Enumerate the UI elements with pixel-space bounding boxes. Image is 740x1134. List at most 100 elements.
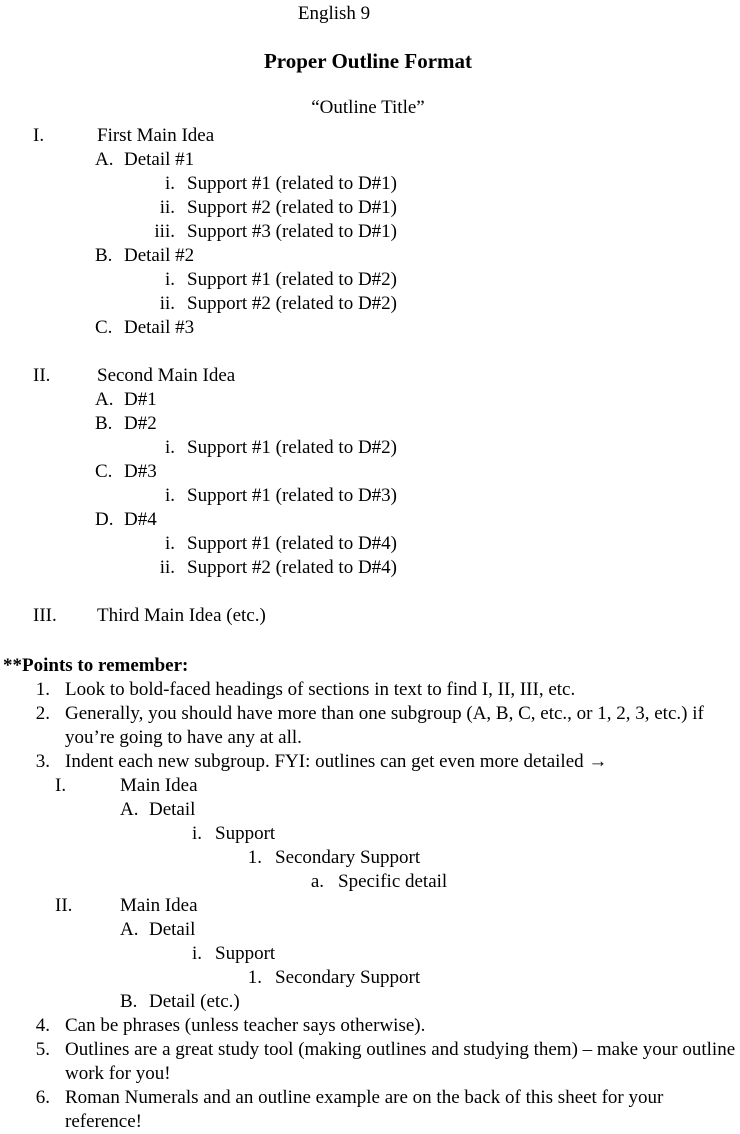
outline-title: “Outline Title” bbox=[0, 96, 740, 120]
outline-text-support: Support #1 (related to D#1) bbox=[187, 173, 398, 194]
points-list: 1. Look to bold-faced headings of section… bbox=[0, 678, 740, 1134]
outline-text-support: Support #1 (related to D#2) bbox=[187, 269, 398, 290]
example-marker-alpha: B. bbox=[120, 991, 138, 1012]
points-list-item: 1. Look to bold-faced headings of section… bbox=[0, 678, 740, 702]
outline-row-support: ii. Support #2 (related to D#4) bbox=[0, 556, 740, 580]
outline-text-support: Support #2 (related to D#4) bbox=[187, 557, 398, 578]
outline-marker-roman: II. bbox=[33, 365, 51, 386]
outline-row-detail: B. Detail #2 bbox=[0, 244, 740, 268]
document-page: English 9 Proper Outline Format “Outline… bbox=[0, 2, 740, 1132]
example-outline-row: 1. Secondary Support bbox=[0, 966, 740, 990]
outline-marker-alpha: C. bbox=[95, 317, 113, 338]
example-marker-alpha: A. bbox=[120, 919, 139, 940]
page-title: Proper Outline Format bbox=[0, 48, 740, 74]
example-outline-row: 1. Secondary Support bbox=[0, 846, 740, 870]
points-list-item: 2. Generally, you should have more than o… bbox=[0, 702, 740, 750]
outline-row-detail: C. Detail #3 bbox=[0, 316, 740, 340]
outline-row-main-idea: II. Second Main Idea bbox=[0, 364, 740, 388]
outline-text-detail: Detail #3 bbox=[124, 317, 195, 338]
example-outline-row: a. Specific detail bbox=[0, 870, 740, 894]
outline-marker-lower-roman: ii. bbox=[159, 293, 175, 314]
points-list-item: 5. Outlines are a great study tool (makin… bbox=[0, 1038, 740, 1086]
outline-text-support: Support #3 (related to D#1) bbox=[187, 221, 398, 242]
outline-marker-alpha: B. bbox=[95, 245, 113, 266]
outline-row-detail: A. D#1 bbox=[0, 388, 740, 412]
outline-marker-lower-roman: iii. bbox=[154, 221, 175, 242]
outline-marker-lower-roman: ii. bbox=[159, 197, 175, 218]
outline-row-support: ii. Support #2 (related to D#2) bbox=[0, 292, 740, 316]
outline-row-detail: C. D#3 bbox=[0, 460, 740, 484]
example-text-specific-detail: Specific detail bbox=[338, 871, 448, 892]
page-title-text: Proper Outline Format bbox=[263, 49, 473, 73]
example-text-secondary-support: Secondary Support bbox=[275, 967, 421, 988]
outline-row-support: i. Support #1 (related to D#3) bbox=[0, 484, 740, 508]
outline-row-detail: A. Detail #1 bbox=[0, 148, 740, 172]
example-marker-lower-roman: i. bbox=[191, 943, 202, 964]
outline-row-support: iii. Support #3 (related to D#1) bbox=[0, 220, 740, 244]
outline-row-support: i. Support #1 (related to D#4) bbox=[0, 532, 740, 556]
points-list-item-text: Indent each new subgroup. FYI: outlines … bbox=[65, 751, 608, 772]
example-marker-number: 1. bbox=[247, 847, 262, 868]
outline-text-detail: Detail #1 bbox=[124, 149, 195, 170]
example-text-detail: Detail bbox=[149, 919, 196, 940]
outline-row-main-idea: I. First Main Idea bbox=[0, 124, 740, 148]
example-text-main-idea: Main Idea bbox=[120, 775, 198, 796]
example-outline-row: A. Detail bbox=[0, 918, 740, 942]
example-text-detail: Detail bbox=[149, 799, 196, 820]
nested-example-outline: I. Main Idea A. Detail i. Support 1. Secondary … bbox=[0, 774, 740, 1014]
outline-text-detail: D#2 bbox=[124, 413, 157, 434]
example-text-detail: Detail (etc.) bbox=[149, 991, 240, 1012]
outline-row-detail: D. D#4 bbox=[0, 508, 740, 532]
example-outline-row: I. Main Idea bbox=[0, 774, 740, 798]
example-marker-lower-roman: i. bbox=[191, 823, 202, 844]
example-text-secondary-support: Secondary Support bbox=[275, 847, 421, 868]
example-marker-number: 1. bbox=[247, 967, 262, 988]
outline-row-support: i. Support #1 (related to D#1) bbox=[0, 172, 740, 196]
outline-marker-lower-roman: i. bbox=[164, 269, 175, 290]
points-list-item-text: Outlines are a great study tool (making … bbox=[65, 1039, 740, 1084]
outline-title-text: “Outline Title” bbox=[311, 97, 425, 118]
points-list-item-number: 2. bbox=[35, 703, 50, 724]
outline-marker-roman: III. bbox=[33, 605, 57, 626]
outline-marker-lower-roman: i. bbox=[164, 533, 175, 554]
example-marker-alpha: A. bbox=[120, 799, 139, 820]
example-outline-row: i. Support bbox=[0, 942, 740, 966]
outline-marker-alpha: A. bbox=[95, 149, 114, 170]
outline-text-detail: Detail #2 bbox=[124, 245, 195, 266]
outline-text-detail: D#1 bbox=[124, 389, 157, 410]
course-label: English 9 bbox=[0, 2, 740, 26]
points-list-item-number: 3. bbox=[35, 751, 50, 772]
outline-marker-lower-roman: i. bbox=[164, 437, 175, 458]
points-list-item: 3. Indent each new subgroup. FYI: outline… bbox=[0, 750, 740, 774]
outline-text-support: Support #1 (related to D#2) bbox=[187, 437, 398, 458]
points-list-item-number: 6. bbox=[35, 1087, 50, 1108]
outline-marker-lower-roman: i. bbox=[164, 485, 175, 506]
outline-marker-lower-roman: ii. bbox=[159, 557, 175, 578]
outline-text-main-idea: First Main Idea bbox=[97, 125, 215, 146]
example-outline-row: II. Main Idea bbox=[0, 894, 740, 918]
points-list-item: 6. Roman Numerals and an outline example … bbox=[0, 1086, 740, 1134]
main-outline: I. First Main Idea A. Detail #1 i. Support #1… bbox=[0, 124, 740, 628]
points-list-item-number: 5. bbox=[35, 1039, 50, 1060]
points-list-item-number: 1. bbox=[35, 679, 50, 700]
outline-marker-alpha: C. bbox=[95, 461, 113, 482]
outline-text-detail: D#3 bbox=[124, 461, 157, 482]
points-list-item-text: Generally, you should have more than one… bbox=[65, 703, 709, 748]
outline-text-detail: D#4 bbox=[124, 509, 157, 530]
example-marker-roman: I. bbox=[55, 775, 67, 796]
outline-text-main-idea: Second Main Idea bbox=[97, 365, 236, 386]
outline-text-support: Support #1 (related to D#3) bbox=[187, 485, 398, 506]
outline-text-support: Support #2 (related to D#2) bbox=[187, 293, 398, 314]
example-text-support: Support bbox=[215, 823, 276, 844]
outline-row-support: i. Support #1 (related to D#2) bbox=[0, 268, 740, 292]
points-list-item-text: Can be phrases (unless teacher says othe… bbox=[65, 1015, 426, 1036]
outline-marker-alpha: B. bbox=[95, 413, 113, 434]
points-list-item: 4. Can be phrases (unless teacher says ot… bbox=[0, 1014, 740, 1038]
outline-marker-lower-roman: i. bbox=[164, 173, 175, 194]
example-outline-row: B. Detail (etc.) bbox=[0, 990, 740, 1014]
example-outline-row: i. Support bbox=[0, 822, 740, 846]
points-to-remember-heading: **Points to remember: bbox=[3, 655, 189, 676]
outline-marker-alpha: A. bbox=[95, 389, 114, 410]
